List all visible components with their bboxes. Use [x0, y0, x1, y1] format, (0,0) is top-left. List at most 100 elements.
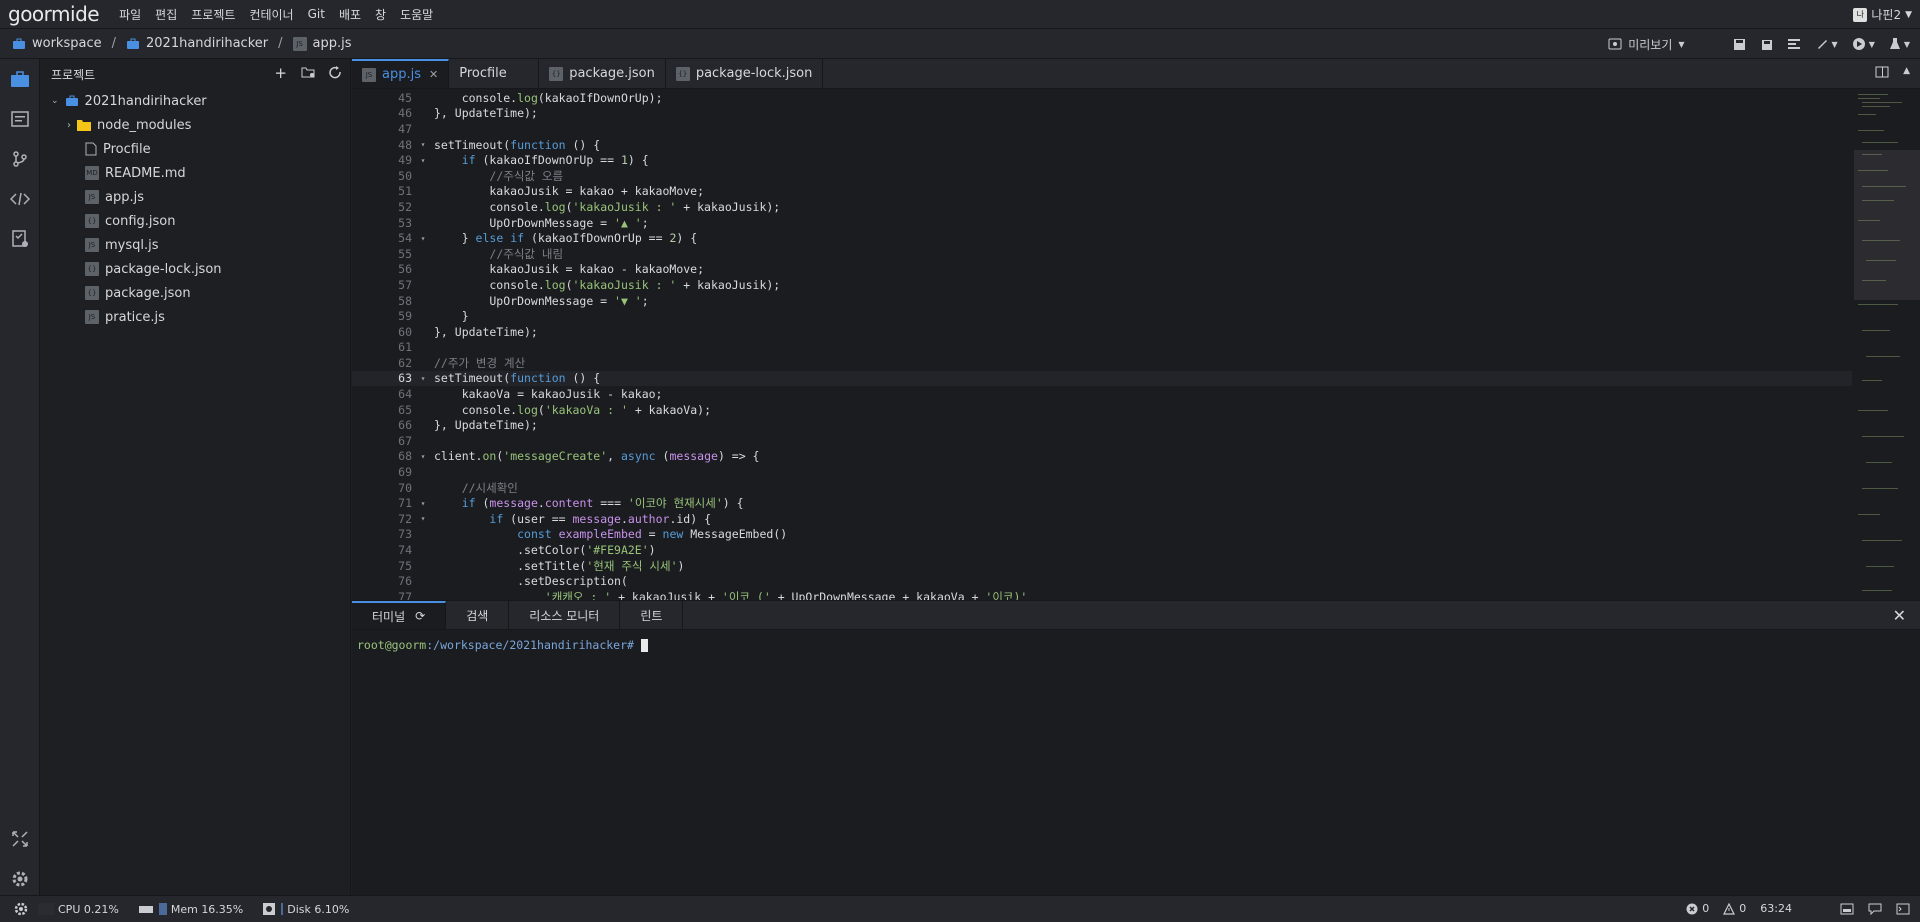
- code-line[interactable]: 74 .setColor('#FE9A2E'): [352, 542, 1852, 558]
- code-line[interactable]: 73 const exampleEmbed = new MessageEmbed…: [352, 527, 1852, 543]
- menu-container[interactable]: 컨테이너: [249, 6, 293, 23]
- code-line[interactable]: 67: [352, 433, 1852, 449]
- cpu-stat[interactable]: CPU 0.21%: [38, 903, 119, 916]
- tree-item-readme[interactable]: MD README.md: [41, 161, 350, 185]
- menu-help[interactable]: 도움말: [400, 6, 433, 23]
- code-line[interactable]: 46}, UpdateTime);: [352, 106, 1852, 122]
- terminal-icon[interactable]: [1896, 903, 1910, 915]
- code-line[interactable]: 47: [352, 121, 1852, 137]
- menu-file[interactable]: 파일: [119, 6, 141, 23]
- code-line[interactable]: 75 .setTitle('현재 주식 시세'): [352, 558, 1852, 574]
- tree-item-package-json[interactable]: {} package.json: [41, 281, 350, 305]
- code-line[interactable]: 57 console.log('kakaoJusik : ' + kakaoJu…: [352, 277, 1852, 293]
- tab-resource-monitor[interactable]: 리소스 모니터: [509, 601, 621, 629]
- tab-package-json[interactable]: {} package.json: [539, 59, 666, 88]
- new-folder-icon[interactable]: [301, 66, 315, 80]
- settings-button[interactable]: [0, 859, 40, 899]
- tree-root-project[interactable]: ⌄ 2021handirihacker: [41, 89, 350, 113]
- warnings-indicator[interactable]: 0: [1723, 902, 1746, 915]
- breadcrumb-workspace[interactable]: workspace: [32, 36, 102, 51]
- fold-arrow-icon[interactable]: ▾: [416, 374, 430, 383]
- breadcrumb-file[interactable]: app.js: [313, 36, 352, 51]
- code-line[interactable]: 64 kakaoVa = kakaoJusik - kakao;: [352, 386, 1852, 402]
- breadcrumb-project[interactable]: 2021handirihacker: [146, 36, 268, 51]
- save-icon[interactable]: [1733, 38, 1746, 51]
- code-line[interactable]: 54 ▾ } else if (kakaoIfDownOrUp == 2) {: [352, 230, 1852, 246]
- code-line[interactable]: 68 ▾ client.on('messageCreate', async (mes…: [352, 449, 1852, 465]
- code-line[interactable]: 70 //시세확인: [352, 480, 1852, 496]
- menu-project[interactable]: 프로젝트: [191, 6, 235, 23]
- minimap[interactable]: [1854, 90, 1920, 600]
- tree-item-pratice-js[interactable]: JS pratice.js: [41, 305, 350, 329]
- code-line[interactable]: 60}, UpdateTime);: [352, 324, 1852, 340]
- tree-item-config-json[interactable]: {} config.json: [41, 209, 350, 233]
- mem-stat[interactable]: Mem 16.35%: [138, 903, 243, 916]
- code-line[interactable]: 71 ▾ if (message.content === '이코야 현재시세') …: [352, 495, 1852, 511]
- code-line[interactable]: 63 ▾ setTimeout(function () {: [352, 370, 1852, 387]
- preview-button[interactable]: 미리보기 ▼: [1608, 36, 1685, 53]
- format-icon[interactable]: [1787, 38, 1801, 50]
- minimap-viewport[interactable]: [1854, 150, 1920, 300]
- debug-icon[interactable]: ▼: [1889, 37, 1910, 51]
- tab-lint[interactable]: 린트: [620, 601, 684, 629]
- chevron-up-icon[interactable]: ▲: [1903, 66, 1910, 78]
- code-line[interactable]: 55 //주식값 내림: [352, 246, 1852, 262]
- code-line[interactable]: 65 console.log('kakaoVa : ' + kakaoVa);: [352, 402, 1852, 418]
- fold-arrow-icon[interactable]: ▾: [416, 499, 430, 508]
- chat-icon[interactable]: [1868, 903, 1882, 915]
- code-line[interactable]: 62 //주가 변경 계산: [352, 355, 1852, 371]
- code-line[interactable]: 45 console.log(kakaoIfDownOrUp);: [352, 90, 1852, 106]
- menu-edit[interactable]: 편집: [155, 6, 177, 23]
- disk-stat[interactable]: Disk 6.10%: [263, 903, 349, 916]
- expand-button[interactable]: [0, 819, 40, 859]
- fold-arrow-icon[interactable]: ▾: [416, 140, 430, 149]
- refresh-icon[interactable]: ⟳: [415, 609, 425, 623]
- outline-button[interactable]: [0, 99, 40, 139]
- close-panel-icon[interactable]: ✕: [1893, 606, 1906, 625]
- code-line[interactable]: 69: [352, 464, 1852, 480]
- code-line[interactable]: 61: [352, 340, 1852, 356]
- tree-item-node-modules[interactable]: › node_modules: [41, 113, 350, 137]
- fold-arrow-icon[interactable]: ▾: [416, 514, 430, 523]
- cursor-position[interactable]: 63:24: [1760, 902, 1792, 915]
- code-line[interactable]: 56 kakaoJusik = kakao - kakaoMove;: [352, 262, 1852, 278]
- tab-procfile[interactable]: Procfile: [449, 59, 540, 88]
- menu-window[interactable]: 창: [375, 6, 386, 23]
- tree-item-app-js[interactable]: JS app.js: [41, 185, 350, 209]
- code-line[interactable]: 51 kakaoJusik = kakao + kakaoMove;: [352, 184, 1852, 200]
- close-icon[interactable]: ✕: [429, 68, 438, 81]
- app-logo[interactable]: goormide: [8, 2, 100, 26]
- code-line[interactable]: 52 console.log('kakaoJusik : ' + kakaoJu…: [352, 199, 1852, 215]
- tree-item-package-lock-json[interactable]: {} package-lock.json: [41, 257, 350, 281]
- fold-arrow-icon[interactable]: ▾: [416, 452, 430, 461]
- add-icon[interactable]: +: [274, 66, 287, 81]
- fold-arrow-icon[interactable]: ▾: [416, 156, 430, 165]
- terminal[interactable]: root@goorm:/workspace/2021handirihacker#: [352, 630, 1920, 660]
- code-button[interactable]: [0, 179, 40, 219]
- errors-indicator[interactable]: 0: [1686, 902, 1709, 915]
- save-all-icon[interactable]: [1760, 38, 1773, 51]
- code-line[interactable]: 49 ▾ if (kakaoIfDownOrUp == 1) {: [352, 152, 1852, 168]
- split-editor-icon[interactable]: [1875, 66, 1889, 78]
- gear-icon[interactable]: [14, 902, 28, 916]
- code-line[interactable]: 58 UpOrDownMessage = '▼ ';: [352, 293, 1852, 309]
- tab-app-js[interactable]: JS app.js ✕: [352, 59, 450, 88]
- code-line[interactable]: 77 '캐캐오 : ' + kakaoJusik + '이코 (' + UpOr…: [352, 589, 1852, 600]
- tab-package-lock-json[interactable]: {} package-lock.json: [666, 59, 824, 88]
- tab-search[interactable]: 검색: [446, 601, 510, 629]
- code-line[interactable]: 50 //주식값 오름: [352, 168, 1852, 184]
- checklist-button[interactable]: [0, 219, 40, 259]
- fold-arrow-icon[interactable]: ▾: [416, 234, 430, 243]
- code-line[interactable]: 48 ▾ setTimeout(function () {: [352, 137, 1852, 153]
- code-line[interactable]: 53 UpOrDownMessage = '▲ ';: [352, 215, 1852, 231]
- code-line[interactable]: 76 .setDescription(: [352, 573, 1852, 589]
- user-menu[interactable]: 나 나핀2 ▼: [1853, 6, 1912, 23]
- layout-icon[interactable]: [1840, 903, 1854, 915]
- git-button[interactable]: [0, 139, 40, 179]
- tree-item-procfile[interactable]: Procfile: [41, 137, 350, 161]
- code-line[interactable]: 59 }: [352, 308, 1852, 324]
- code-line[interactable]: 66}, UpdateTime);: [352, 417, 1852, 433]
- tab-terminal[interactable]: 터미널 ⟳: [352, 601, 447, 629]
- run-icon[interactable]: ▼: [1852, 37, 1875, 51]
- tree-item-mysql-js[interactable]: JS mysql.js: [41, 233, 350, 257]
